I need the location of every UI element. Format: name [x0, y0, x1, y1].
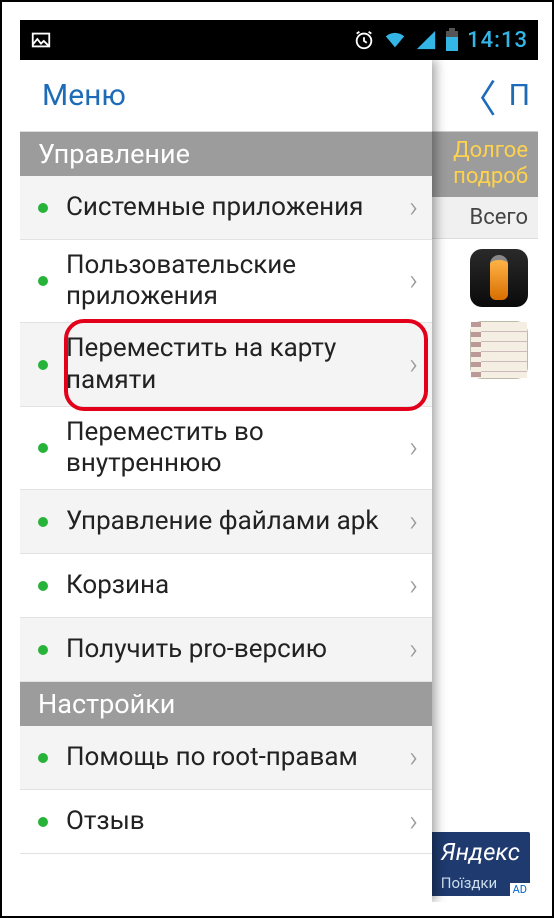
status-bar: 14:13: [20, 20, 538, 60]
sidebar-header: Меню: [20, 60, 432, 132]
sidebar-item[interactable]: Пользовательские приложения›: [20, 240, 432, 323]
sidebar-item-label: Системные приложения: [66, 192, 409, 223]
sidebar-item-label: Управление файлами apk: [66, 506, 409, 537]
chevron-right-icon: ›: [409, 804, 418, 840]
bullet-icon: [38, 645, 48, 655]
sidebar-item-label: Отзыв: [66, 806, 409, 837]
section-header: Настройки: [20, 682, 432, 726]
chevron-right-icon: ›: [409, 430, 418, 466]
chevron-right-icon: ›: [409, 190, 418, 226]
chevron-right-icon: ›: [409, 568, 418, 604]
chevron-right-icon: ›: [409, 504, 418, 540]
back-chevron-icon[interactable]: 〈: [459, 68, 497, 123]
sidebar-item-label: Корзина: [66, 570, 409, 601]
back-title: П: [509, 78, 530, 113]
ad-sub: Поїздки: [441, 874, 497, 892]
bullet-icon: [38, 817, 48, 827]
alarm-icon: [353, 29, 375, 51]
sidebar-item[interactable]: Системные приложения›: [20, 176, 432, 240]
picture-icon: [30, 29, 52, 51]
bullet-icon: [38, 753, 48, 763]
chevron-right-icon: ›: [409, 347, 418, 383]
section-header: Управление: [20, 132, 432, 176]
sidebar-drawer: Меню УправлениеСистемные приложения›Поль…: [20, 60, 432, 902]
ad-banner[interactable]: × Яндекс Поїздки AD: [423, 832, 530, 896]
bullet-icon: [38, 517, 48, 527]
sidebar-item-label: Переместить во внутреннюю: [66, 417, 409, 479]
bullet-icon: [38, 581, 48, 591]
notes-icon: [470, 321, 528, 379]
bullet-icon: [38, 276, 48, 286]
sidebar-title: Меню: [42, 78, 126, 113]
ad-brand: Яндекс: [441, 838, 520, 866]
sidebar-item-label: Помощь по root-правам: [66, 742, 409, 773]
chevron-right-icon: ›: [409, 263, 418, 299]
sidebar-item[interactable]: Отзыв›: [20, 790, 432, 854]
sidebar-item[interactable]: Получить pro-версию›: [20, 618, 432, 682]
bullet-icon: [38, 360, 48, 370]
bullet-icon: [38, 443, 48, 453]
wifi-icon: [383, 29, 407, 51]
sidebar-item[interactable]: Управление файлами apk›: [20, 490, 432, 554]
sidebar-item[interactable]: Переместить на карту памяти›: [20, 323, 432, 406]
bullet-icon: [38, 203, 48, 213]
chevron-right-icon: ›: [409, 740, 418, 776]
sidebar-item-label: Получить pro-версию: [66, 634, 409, 665]
ad-tag: AD: [510, 883, 530, 896]
sidebar-item[interactable]: Корзина›: [20, 554, 432, 618]
status-clock: 14:13: [467, 28, 528, 53]
sidebar-item-label: Пользовательские приложения: [66, 250, 409, 312]
sidebar-item-label: Переместить на карту памяти: [66, 333, 409, 395]
sidebar-item[interactable]: Помощь по root-правам›: [20, 726, 432, 790]
battery-icon: [445, 28, 459, 52]
sidebar-item[interactable]: Переместить во внутреннюю›: [20, 407, 432, 490]
flashlight-icon: [470, 249, 528, 307]
chevron-right-icon: ›: [409, 632, 418, 668]
signal-icon: [415, 29, 437, 51]
